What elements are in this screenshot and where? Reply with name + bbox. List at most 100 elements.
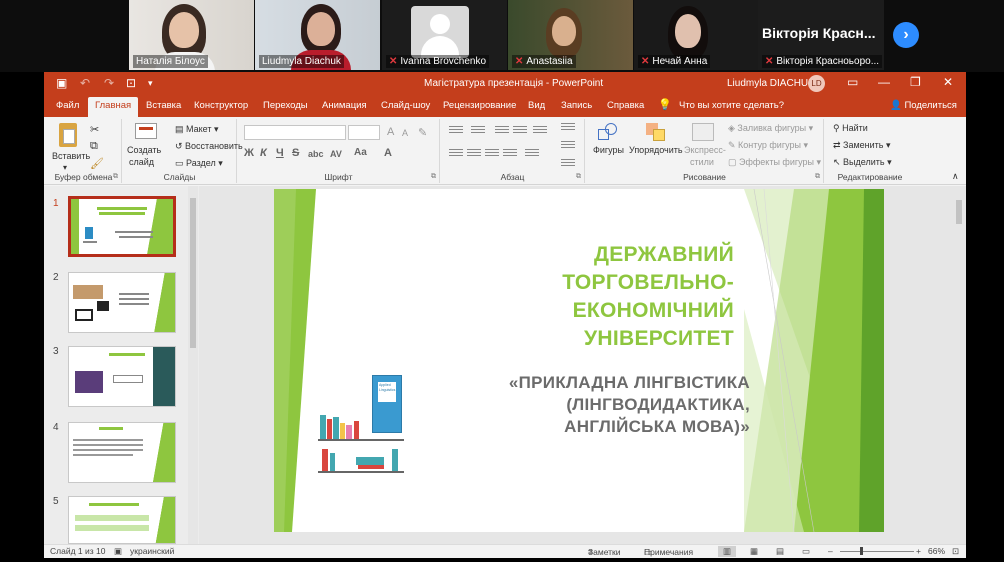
tab-slideshow[interactable]: Слайд-шоу	[381, 100, 430, 111]
arrange-button[interactable]: Упорядочить	[629, 145, 683, 155]
character-spacing-button[interactable]: AV	[330, 149, 342, 159]
increase-indent-icon[interactable]	[513, 126, 527, 136]
format-painter-icon[interactable]: 🖌	[90, 157, 104, 170]
align-left-icon[interactable]	[449, 149, 463, 159]
new-slide-button[interactable]: Создать	[127, 145, 161, 155]
slide-thumbnail-3[interactable]	[68, 346, 176, 407]
tab-animations[interactable]: Анимация	[322, 100, 367, 111]
strikethrough-button[interactable]: S	[292, 147, 299, 159]
tab-home[interactable]: Главная	[88, 97, 139, 117]
language-indicator[interactable]: украинский	[130, 546, 174, 556]
underline-button[interactable]: Ч	[276, 147, 284, 159]
user-avatar[interactable]: LD	[808, 75, 825, 92]
shapes-button[interactable]: Фигуры	[593, 145, 624, 155]
tab-help[interactable]: Справка	[607, 100, 644, 111]
ribbon-display-icon[interactable]: ▭	[847, 75, 858, 89]
slide-thumbnail-1[interactable]	[68, 196, 176, 257]
dialog-launcher-icon[interactable]: ⧉	[576, 173, 581, 181]
reading-view-icon[interactable]: ▤	[776, 546, 784, 557]
italic-button[interactable]: К	[260, 147, 267, 159]
next-page-button[interactable]: ›	[893, 22, 919, 48]
restore-icon[interactable]: ❐	[910, 75, 921, 89]
justify-icon[interactable]	[503, 149, 517, 159]
align-right-icon[interactable]	[485, 149, 499, 159]
zoom-slider-handle[interactable]	[860, 547, 863, 555]
line-spacing-icon[interactable]	[533, 126, 547, 136]
decrease-indent-icon[interactable]	[495, 126, 509, 136]
close-icon[interactable]: ✕	[943, 75, 953, 89]
slide-scrollbar[interactable]	[954, 186, 964, 544]
slide-sorter-icon[interactable]: ▦	[750, 546, 758, 557]
distribute-icon[interactable]	[525, 149, 539, 159]
quick-styles-button[interactable]: Экспресс-	[684, 145, 726, 155]
start-slideshow-icon[interactable]: ⊡	[126, 76, 136, 90]
participant-tile-active[interactable]: Liudmyla Diachuk	[255, 0, 380, 70]
shape-effects-button[interactable]: ▢ Эффекты фигуры ▾	[728, 157, 821, 168]
replace-button[interactable]: ⇄ Заменить ▾	[833, 140, 891, 151]
section-button[interactable]: ▭ Раздел ▾	[175, 158, 223, 169]
font-name-field[interactable]	[244, 125, 346, 140]
columns-icon[interactable]	[561, 123, 575, 133]
dialog-launcher-icon[interactable]: ⧉	[815, 173, 820, 181]
minimize-icon[interactable]: —	[878, 75, 890, 89]
clear-formatting-icon[interactable]: ✎	[418, 126, 427, 139]
participant-tile[interactable]: ✕ Ivanna Brovchenko	[382, 0, 507, 70]
dialog-launcher-icon[interactable]: ⧉	[431, 173, 436, 181]
tab-design[interactable]: Конструктор	[194, 100, 248, 111]
copy-icon[interactable]: ⧉	[90, 140, 98, 153]
tab-file[interactable]: Файл	[56, 100, 79, 111]
tab-record[interactable]: Запись	[561, 100, 592, 111]
slide-thumbnail-5[interactable]	[68, 496, 176, 544]
zoom-slider[interactable]	[840, 551, 914, 552]
change-case-icon[interactable]: Aa	[354, 147, 367, 158]
save-icon[interactable]: ▣	[56, 76, 67, 90]
tab-view[interactable]: Вид	[528, 100, 545, 111]
shape-fill-button[interactable]: ◈ Заливка фигуры ▾	[728, 123, 813, 134]
tell-me-search[interactable]: Что вы хотите сделать?	[679, 100, 784, 111]
align-text-icon[interactable]	[561, 159, 575, 169]
tab-insert[interactable]: Вставка	[146, 100, 181, 111]
slide-title[interactable]: ДЕРЖАВНИЙ ТОРГОВЕЛЬНО- ЕКОНОМІЧНИЙ УНІВЕ…	[424, 241, 734, 353]
user-name[interactable]: Liudmyla DIACHUK	[727, 78, 815, 89]
zoom-in-icon[interactable]: +	[916, 546, 921, 556]
decrease-font-icon[interactable]: A	[402, 128, 408, 138]
reset-button[interactable]: ↺ Восстановить	[175, 141, 243, 152]
bullets-icon[interactable]	[449, 126, 463, 136]
slide-thumbnail-2[interactable]	[68, 272, 176, 333]
bold-button[interactable]: Ж	[244, 147, 254, 159]
fit-slide-icon[interactable]: ⊡	[952, 546, 959, 557]
participant-tile[interactable]: ✕ Anastasiia	[508, 0, 633, 70]
participant-tile[interactable]: ✕ Нечай Анна	[634, 0, 759, 70]
align-center-icon[interactable]	[467, 149, 481, 159]
font-color-button[interactable]: A	[384, 147, 392, 159]
layout-button[interactable]: ▤ Макет ▾	[175, 124, 219, 135]
paste-button[interactable]: Вставить	[52, 151, 90, 161]
cut-icon[interactable]: ✂	[90, 123, 99, 136]
shape-outline-button[interactable]: ✎ Контур фигуры ▾	[728, 140, 808, 151]
font-size-field[interactable]	[348, 125, 380, 140]
text-direction-icon[interactable]	[561, 141, 575, 151]
undo-icon[interactable]: ↶	[80, 76, 90, 90]
select-button[interactable]: ↖ Выделить ▾	[833, 157, 892, 168]
new-slide-button-line2[interactable]: слайд	[129, 157, 154, 167]
collapse-ribbon-icon[interactable]: ∧	[952, 171, 959, 182]
zoom-out-icon[interactable]: –	[828, 546, 833, 556]
increase-font-icon[interactable]: A	[387, 126, 394, 138]
dialog-launcher-icon[interactable]: ⧉	[113, 173, 118, 181]
slide-canvas[interactable]: ДЕРЖАВНИЙ ТОРГОВЕЛЬНО- ЕКОНОМІЧНИЙ УНІВЕ…	[274, 189, 884, 532]
quick-styles-button-line2[interactable]: стили	[690, 157, 714, 167]
tab-review[interactable]: Рецензирование	[443, 100, 516, 111]
thumbnails-scrollbar[interactable]	[188, 186, 198, 544]
tab-transitions[interactable]: Переходы	[263, 100, 308, 111]
zoom-level[interactable]: 66%	[928, 546, 945, 556]
slide-subtitle[interactable]: «ПРИКЛАДНА ЛІНГВІСТИКА (ЛІНГВОДИДАКТИКА,…	[474, 372, 750, 438]
slide-thumbnail-4[interactable]	[68, 422, 176, 483]
spellcheck-icon[interactable]: ▣	[114, 546, 122, 557]
text-shadow-button[interactable]: abc	[308, 149, 324, 159]
share-button[interactable]: 👤 Поделиться	[890, 100, 957, 111]
slideshow-view-icon[interactable]: ▭	[802, 546, 810, 557]
customize-toolbar-icon[interactable]: ▾	[148, 78, 153, 89]
dropdown-icon[interactable]: ▾	[63, 163, 67, 172]
redo-icon[interactable]: ↷	[104, 76, 114, 90]
find-button[interactable]: ⚲ Найти	[833, 123, 868, 134]
